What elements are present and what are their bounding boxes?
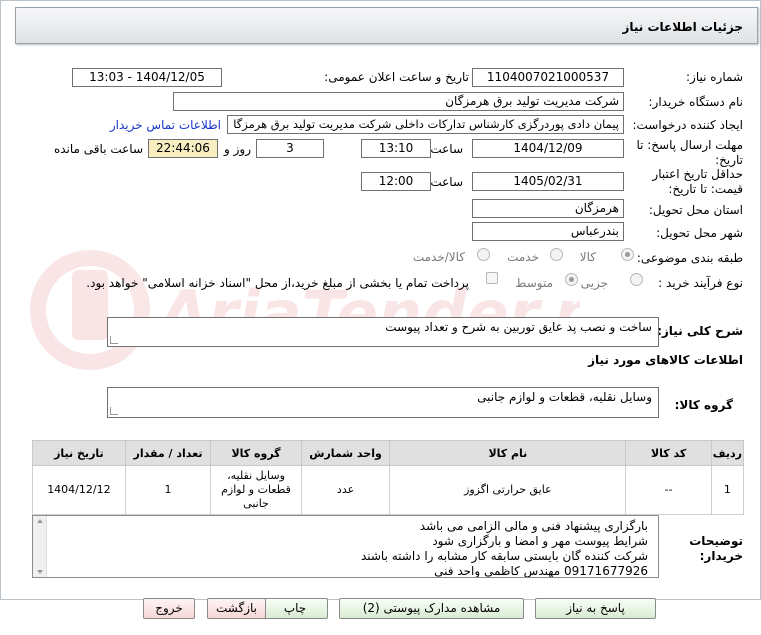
goods-group-box[interactable]: وسایل نقلیه، قطعات و لوازم جانبی	[107, 387, 659, 418]
view-attachments-button[interactable]: مشاهده مدارک پیوستی (2)	[339, 598, 524, 619]
category-radio-goods-service[interactable]	[477, 248, 490, 261]
col-header-date: تاریخ نیاز	[32, 440, 126, 466]
deadline-time-label: ساعت	[430, 142, 463, 156]
process-option-minor: جزیی	[580, 276, 608, 290]
exit-button[interactable]: خروج	[143, 598, 195, 619]
process-radio-medium[interactable]	[565, 273, 578, 286]
table-row: 1 -- عایق حرارتی اگزوز عدد وسایل نقلیه، …	[32, 465, 745, 515]
page-title: جزئیات اطلاعات نیاز	[622, 20, 743, 34]
validity-label: حداقل تاریخ اعتبار قیمت: تا تاریخ:	[652, 167, 743, 196]
buyer-note-line: شرکت کننده گان بایستی سابقه کار مشابه را…	[360, 549, 648, 563]
need-description-text: ساخت و نصب پد عایق توربین به شرح و تعداد…	[385, 320, 652, 334]
cell-code: --	[625, 465, 712, 515]
buyer-note-line: 09171677926 مهندس کاظمی واحد فنی	[434, 564, 648, 578]
deadline-label: مهلت ارسال پاسخ: تا تاریخ:	[636, 138, 743, 167]
city-field: بندرعباس	[472, 222, 624, 241]
city-label: شهر محل تحویل:	[656, 226, 743, 240]
announce-datetime-field: 1404/12/05 - 13:03	[72, 68, 222, 87]
process-option-medium: متوسط	[515, 276, 553, 290]
treasury-payment-note: پرداخت تمام یا بخشی از مبلغ خرید،از محل …	[86, 276, 469, 290]
need-description-label: شرح کلی نیاز:	[657, 324, 743, 338]
items-table: ردیف کد کالا نام کالا واحد شمارش گروه کا…	[32, 440, 745, 515]
buyer-notes-label: توضیحات خریدار:	[689, 534, 743, 563]
announce-datetime-label: تاریخ و ساعت اعلان عمومی:	[324, 70, 469, 84]
need-description-box[interactable]: ساخت و نصب پد عایق توربین به شرح و تعداد…	[107, 317, 659, 347]
scroll-arrows-icon	[37, 519, 43, 574]
need-number-field: 1104007021000537	[472, 68, 624, 87]
validity-time-label: ساعت	[430, 175, 463, 189]
col-header-code: کد کالا	[625, 440, 712, 466]
province-field: هرمزگان	[472, 199, 624, 218]
requester-label: ایجاد کننده درخواست:	[632, 118, 743, 132]
col-header-name: نام کالا	[389, 440, 627, 466]
requester-field: پیمان دادی پوردرگزی کارشناس تدارکات داخل…	[227, 115, 624, 134]
validity-date-field: 1405/02/31	[472, 172, 624, 191]
items-table-header: ردیف کد کالا نام کالا واحد شمارش گروه کا…	[32, 440, 745, 466]
cell-date: 1404/12/12	[32, 465, 126, 515]
category-label: طبقه بندی موضوعی:	[636, 251, 743, 265]
col-header-qty: تعداد / مقدار	[124, 440, 212, 466]
reply-button[interactable]: پاسخ به نیاز	[535, 598, 656, 619]
back-button[interactable]: بازگشت	[207, 598, 266, 619]
col-header-unit: واحد شمارش	[300, 440, 391, 466]
goods-group-label: گروه کالا:	[674, 398, 733, 412]
cell-group: وسایل نقلیه، قطعات و لوازم جانبی	[210, 465, 302, 515]
validity-time-field: 12:00	[361, 172, 431, 191]
goods-section-title: اطلاعات کالاهای مورد نیاز	[588, 353, 743, 367]
col-header-row: ردیف	[710, 440, 745, 466]
deadline-days-field: 3	[256, 139, 324, 158]
buyer-note-line: بارگزاری پیشنهاد فنی و مالی الزامی می با…	[419, 519, 648, 533]
buyer-contact-link[interactable]: اطلاعات تماس خریدار	[110, 118, 221, 132]
process-label: نوع فرآیند خرید :	[658, 276, 743, 290]
process-radio-minor[interactable]	[630, 273, 643, 286]
deadline-date-field: 1404/12/09	[472, 139, 624, 158]
cell-unit: عدد	[300, 465, 391, 515]
col-header-group: گروه کالا	[210, 440, 302, 466]
buyer-org-field: شرکت مدیریت تولید برق هرمزگان	[173, 92, 624, 111]
cell-name: عایق حرارتی اگزوز	[389, 465, 627, 515]
cell-row: 1	[710, 465, 745, 515]
buyer-org-label: نام دستگاه خریدار:	[648, 95, 744, 109]
deadline-days-label: روز و	[224, 142, 251, 156]
buyer-notes-scrollbar[interactable]	[33, 516, 47, 577]
province-label: استان محل تحویل:	[648, 203, 743, 217]
buyer-note-line: شرایط پیوست مهر و امضا و بارگزاری شود	[432, 534, 648, 548]
remaining-time-label: ساعت باقی مانده	[53, 142, 143, 156]
category-option-goods-service: کالا/خدمت	[412, 250, 465, 264]
goods-group-text: وسایل نقلیه، قطعات و لوازم جانبی	[477, 390, 652, 404]
need-number-label: شماره نیاز:	[686, 70, 743, 84]
category-option-service: خدمت	[507, 250, 539, 264]
category-option-goods: کالا	[579, 250, 596, 264]
deadline-time-field: 13:10	[361, 139, 431, 158]
category-radio-goods[interactable]	[621, 248, 634, 261]
cell-qty: 1	[124, 465, 212, 515]
treasury-payment-checkbox[interactable]	[486, 272, 498, 284]
category-radio-service[interactable]	[550, 248, 563, 261]
print-button[interactable]: چاپ	[262, 598, 328, 619]
buyer-notes-box[interactable]: بارگزاری پیشنهاد فنی و مالی الزامی می با…	[32, 515, 659, 578]
remaining-time-field: 22:44:06	[148, 139, 218, 158]
